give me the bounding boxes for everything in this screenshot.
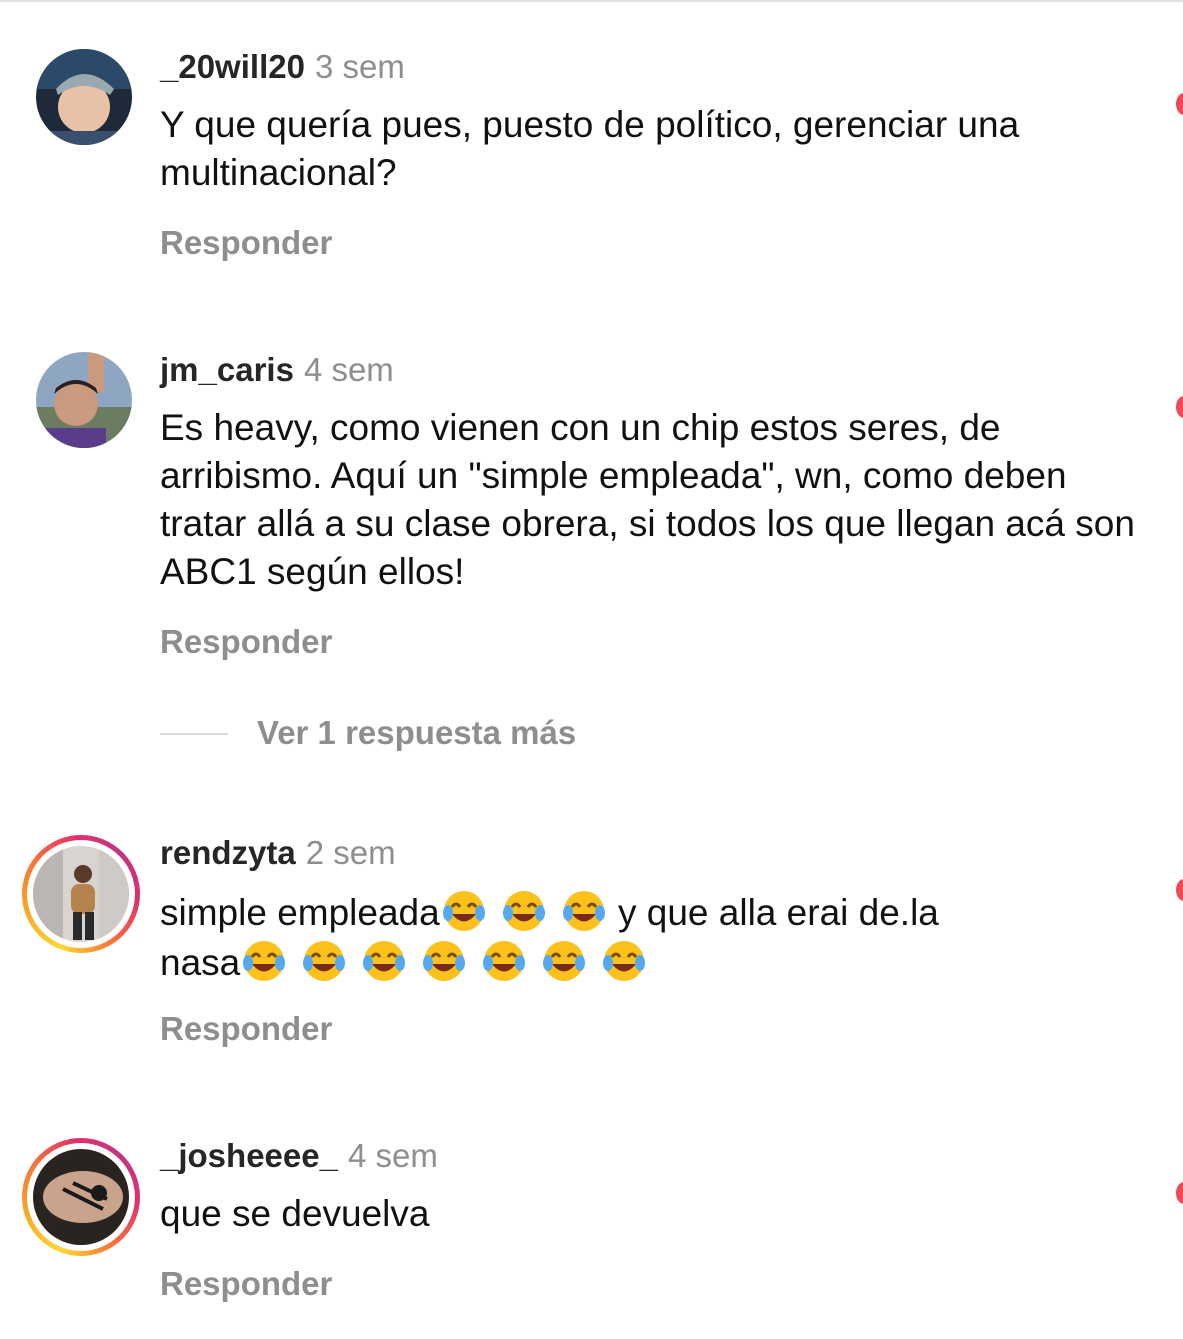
comment-header: _20will20 3 sem [160,47,405,87]
face-with-tears-of-joy-icon [240,937,288,985]
face-with-tears-of-joy-icon [300,937,348,985]
comment-header: rendzyta 2 sem [160,833,396,873]
comment-header: jm_caris 4 sem [160,350,394,390]
face-with-tears-of-joy-icon [440,887,488,935]
like-heart-icon[interactable] [1176,93,1183,115]
comment-text-part: nasa [160,942,241,983]
reply-button[interactable]: Responder [160,1264,332,1304]
reply-button[interactable]: Responder [160,622,332,662]
comment-text-part: y que alla erai de.la [607,892,939,933]
timestamp: 3 sem [314,48,405,85]
avatar[interactable] [22,835,140,953]
comment-text: Y que quería pues, puesto de político, g… [160,104,1020,193]
top-divider [0,0,1183,2]
username[interactable]: _20will20 [160,48,305,85]
timestamp: 2 sem [305,834,396,871]
face-with-tears-of-joy-icon [600,937,648,985]
comment-text: Es heavy, como vienen con un chip estos … [160,407,1135,592]
comment-text: simple empleada y que alla erai de.la nas… [160,887,1140,987]
reply-button[interactable]: Responder [160,1009,332,1049]
face-with-tears-of-joy-icon [500,887,548,935]
replies-divider [160,733,228,735]
timestamp: 4 sem [347,1137,438,1174]
username[interactable]: rendzyta [160,834,296,871]
username[interactable]: _josheeee_ [160,1137,338,1174]
comment-text-part: simple empleada [160,892,440,933]
avatar[interactable] [36,49,132,145]
avatar-photo [36,49,132,145]
avatar[interactable] [36,352,132,448]
timestamp: 4 sem [303,351,394,388]
username[interactable]: jm_caris [160,351,294,388]
face-with-tears-of-joy-icon [540,937,588,985]
like-heart-icon[interactable] [1176,879,1183,901]
reply-button[interactable]: Responder [160,223,332,263]
face-with-tears-of-joy-icon [560,887,608,935]
avatar-photo [36,352,132,448]
face-with-tears-of-joy-icon [480,937,528,985]
comment-header: _josheeee_ 4 sem [160,1136,438,1176]
face-with-tears-of-joy-icon [360,937,408,985]
comment-text: que se devuelva [160,1193,430,1234]
like-heart-icon[interactable] [1176,396,1183,418]
avatar[interactable] [22,1138,140,1256]
like-heart-icon[interactable] [1176,1182,1183,1204]
avatar-photo [33,846,129,942]
avatar-photo [33,1149,129,1245]
face-with-tears-of-joy-icon [420,937,468,985]
view-more-replies-button[interactable]: Ver 1 respuesta más [257,713,576,753]
